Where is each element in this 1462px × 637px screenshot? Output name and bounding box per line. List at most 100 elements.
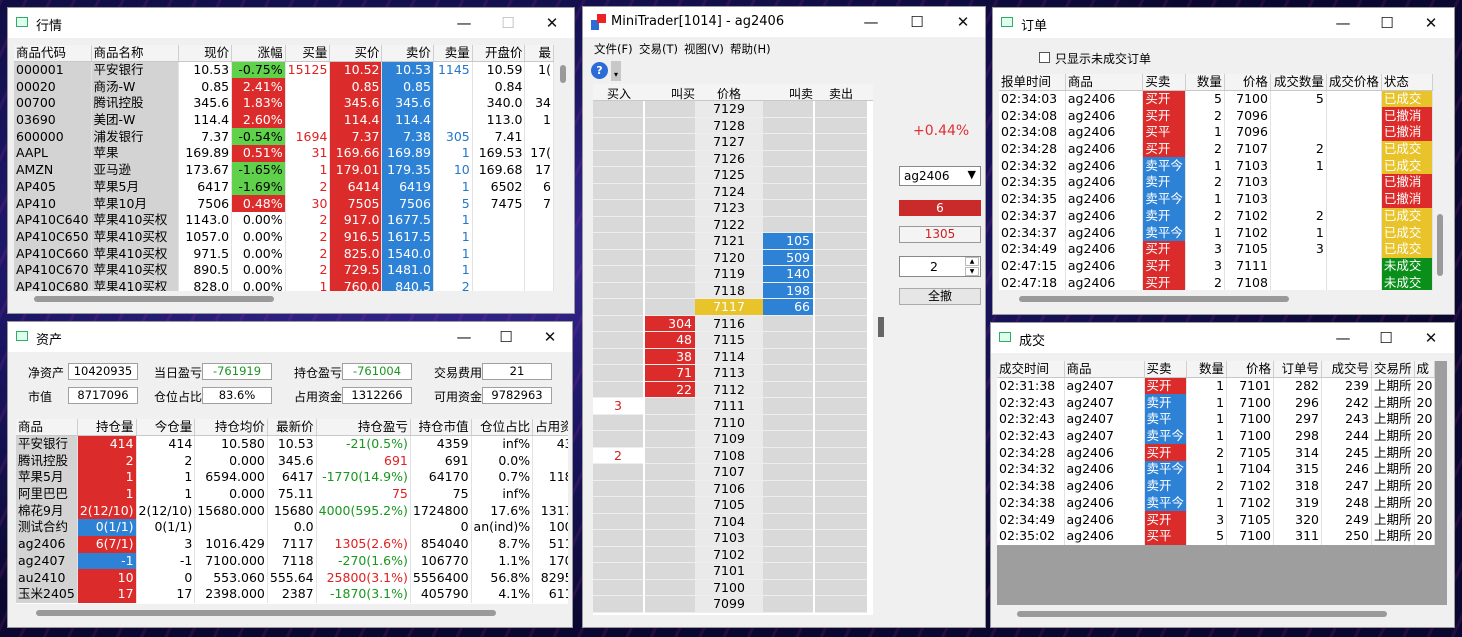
- column-header[interactable]: 商品: [1065, 74, 1144, 92]
- price-cell[interactable]: 7124: [695, 183, 763, 200]
- buy-cell[interactable]: [593, 348, 643, 365]
- minimize-button[interactable]: —: [1323, 327, 1363, 349]
- column-header[interactable]: 今仓量: [136, 419, 196, 437]
- ask-cell[interactable]: [763, 431, 813, 448]
- sell-cell[interactable]: [815, 216, 867, 233]
- column-header[interactable]: 成交时间: [997, 361, 1065, 379]
- table-row[interactable]: AP410C670 苹果410买权 890.5 0.00% 2 729.5 1481.0 1: [14, 261, 554, 279]
- price-cell[interactable]: 7101: [695, 563, 763, 580]
- buy-cell[interactable]: [593, 167, 643, 184]
- column-header[interactable]: 持仓量: [77, 419, 137, 437]
- price-cell[interactable]: 7127: [695, 134, 763, 151]
- sell-cell[interactable]: [815, 282, 867, 299]
- bid-cell[interactable]: [645, 134, 695, 151]
- sell-cell[interactable]: [815, 431, 867, 448]
- bid-cell[interactable]: [645, 266, 695, 283]
- table-row[interactable]: 02:47:18 ag2406 买开 2 7108 未成交: [999, 274, 1433, 290]
- column-header[interactable]: 成: [1414, 361, 1436, 379]
- ladder-row[interactable]: 7125: [593, 167, 873, 184]
- ladder-row[interactable]: 7105: [593, 497, 873, 514]
- quantity-value[interactable]: 2: [930, 259, 938, 274]
- sell-cell[interactable]: [815, 299, 867, 316]
- sell-cell[interactable]: [815, 579, 867, 596]
- column-header[interactable]: 卖价: [381, 45, 434, 63]
- table-row[interactable]: 02:34:32 ag2406 卖平今 1 7104 315 246 上期所 20: [997, 461, 1436, 478]
- sell-cell[interactable]: [815, 546, 867, 563]
- buy-cell[interactable]: [593, 546, 643, 563]
- ladder-scrollbar[interactable]: [878, 317, 884, 337]
- quote-titlebar[interactable]: 行情 — ☐ ✕: [8, 8, 574, 38]
- sell-cell[interactable]: [815, 167, 867, 184]
- price-cell[interactable]: 7122: [695, 216, 763, 233]
- ask-cell[interactable]: [763, 480, 813, 497]
- price-ladder[interactable]: 7129 7128 7127 7126 7125 7124 7123 7122 7121 105 7…: [593, 101, 873, 615]
- ask-cell[interactable]: 105: [763, 233, 813, 250]
- orders-table[interactable]: 报单时间 商品 买卖 数量 价格 成交数量 成交价格 状态 02:34:03 ag2406 买开 5 7…: [999, 74, 1433, 290]
- price-cell[interactable]: 7125: [695, 167, 763, 184]
- price-cell[interactable]: 7103: [695, 530, 763, 547]
- sell-cell[interactable]: [815, 117, 867, 134]
- ask-cell[interactable]: [763, 315, 813, 332]
- ask-cell[interactable]: 198: [763, 282, 813, 299]
- price-cell[interactable]: 7106: [695, 480, 763, 497]
- ladder-row[interactable]: 7117 66: [593, 299, 873, 316]
- ladder-row[interactable]: 7120 509: [593, 249, 873, 266]
- table-row[interactable]: 阿里巴巴 1 1 0.000 75.11 75 75 inf%: [16, 485, 568, 503]
- table-row[interactable]: AP410 苹果10月 7506 0.48% 30 7505 7506 5 7475 7: [14, 195, 554, 212]
- table-row[interactable]: AP410C640 苹果410买权 1143.0 0.00% 2 917.0 1677.5 1: [14, 211, 554, 229]
- orders-vertical-scrollbar[interactable]: [1435, 74, 1445, 290]
- sell-cell[interactable]: [815, 563, 867, 580]
- ask-cell[interactable]: [763, 414, 813, 431]
- table-row[interactable]: 测试合约0(1/1)0(1/1)0.00an(ind)%100: [16, 519, 568, 536]
- ask-cell[interactable]: [763, 563, 813, 580]
- column-header[interactable]: 价格: [1226, 361, 1275, 379]
- price-cell[interactable]: 7113: [695, 365, 763, 382]
- column-header[interactable]: 最: [524, 45, 554, 63]
- buy-cell[interactable]: [593, 216, 643, 233]
- table-row[interactable]: 02:35:02 ag2406 买平 5 7100 311 250 上期所 20: [997, 527, 1436, 545]
- column-header[interactable]: 成交价格: [1326, 74, 1382, 92]
- price-cell[interactable]: 7100: [695, 579, 763, 596]
- sell-cell[interactable]: [815, 530, 867, 547]
- menu-trade[interactable]: 交易(T): [639, 41, 678, 57]
- column-header[interactable]: 价格: [1224, 74, 1271, 92]
- table-row[interactable]: 02:34:08 ag2406 买平 1 7096 已撤消: [999, 124, 1433, 141]
- column-header[interactable]: 买价: [329, 45, 383, 63]
- trades-titlebar[interactable]: 成交 — ☐ ✕: [991, 323, 1454, 353]
- price-cell[interactable]: 7128: [695, 117, 763, 134]
- bid-cell[interactable]: [645, 546, 695, 563]
- bid-cell[interactable]: [645, 282, 695, 299]
- table-row[interactable]: 平安银行41441410.58010.53-21(0.5%)4359inf%43: [16, 435, 568, 453]
- table-row[interactable]: AMZN 亚马逊 173.67 -1.65% 1 179.01 179.35 10 169.68…: [14, 161, 554, 179]
- buy-cell[interactable]: [593, 299, 643, 316]
- close-button[interactable]: ✕: [943, 11, 983, 33]
- bid-cell[interactable]: [645, 117, 695, 134]
- column-header[interactable]: 卖量: [433, 45, 473, 63]
- buy-cell[interactable]: [593, 530, 643, 547]
- bid-cell[interactable]: [645, 431, 695, 448]
- bid-cell[interactable]: [645, 464, 695, 481]
- quantity-stepper[interactable]: 2 ▲ ▼: [899, 256, 981, 277]
- column-header[interactable]: 持仓盈亏: [316, 419, 411, 437]
- ladder-row[interactable]: 7119 140: [593, 266, 873, 283]
- price-cell[interactable]: 7112: [695, 381, 763, 398]
- bid-cell[interactable]: 71: [645, 365, 695, 382]
- column-header[interactable]: 状态: [1381, 74, 1433, 92]
- table-row[interactable]: 02:32:43 ag2407 卖平今 1 7100 298 244 上期所 20: [997, 427, 1436, 445]
- column-header[interactable]: 报单时间: [999, 74, 1066, 92]
- buy-cell[interactable]: [593, 233, 643, 250]
- price-cell[interactable]: 7114: [695, 348, 763, 365]
- ask-cell[interactable]: [763, 447, 813, 464]
- table-row[interactable]: 02:47:15 ag2406 买开 3 7111 未成交: [999, 257, 1433, 275]
- buy-cell[interactable]: [593, 315, 643, 332]
- buy-cell[interactable]: [593, 266, 643, 283]
- bid-cell[interactable]: [645, 398, 695, 415]
- column-header[interactable]: 订单号: [1273, 361, 1323, 379]
- ladder-row[interactable]: 7104: [593, 513, 873, 530]
- unfilled-only-checkbox[interactable]: [1039, 52, 1050, 63]
- buy-cell[interactable]: [593, 150, 643, 167]
- buy-cell[interactable]: [593, 431, 643, 448]
- price-cell[interactable]: 7109: [695, 431, 763, 448]
- table-row[interactable]: ag2406 6(7/1) 3 1016.429 7117 1305(2.6%) 85404…: [16, 535, 568, 553]
- ask-cell[interactable]: [763, 117, 813, 134]
